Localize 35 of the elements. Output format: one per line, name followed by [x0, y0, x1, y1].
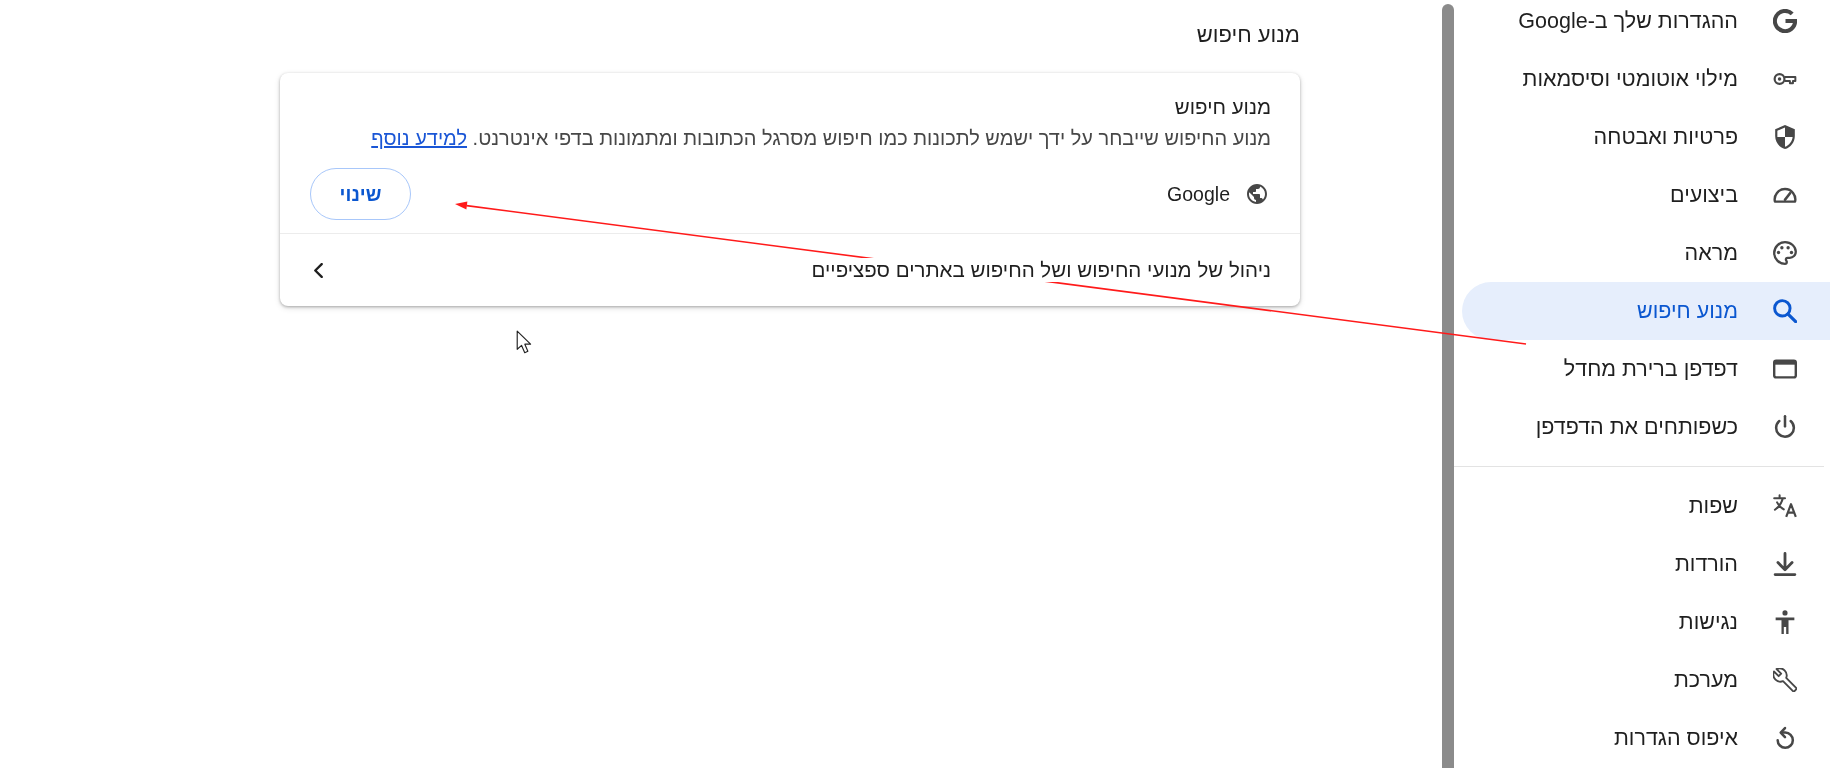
chevron-left-icon [314, 262, 323, 278]
search-icon [1773, 299, 1797, 323]
sidebar-item[interactable]: הורדות [1462, 535, 1830, 593]
sidebar-item[interactable]: כשפותחים את הדפדפן [1462, 398, 1830, 456]
palette-icon [1773, 241, 1797, 265]
power-icon [1773, 415, 1797, 439]
sidebar-item[interactable]: מראה [1462, 224, 1830, 282]
sidebar-item[interactable]: ההגדרות שלך ב-Google [1462, 0, 1830, 50]
sidebar-item[interactable]: ביצועים [1462, 166, 1830, 224]
globe-icon [1247, 184, 1267, 204]
change-button[interactable]: שינוי [310, 168, 411, 220]
browser-window-icon [1773, 357, 1797, 381]
page-title: מנוע חיפוש [1196, 21, 1300, 49]
manage-search-engines-row[interactable]: ניהול של מנועי החיפוש ושל החיפוש באתרים ספציפיים [280, 234, 1300, 306]
download-icon [1773, 552, 1797, 576]
wrench-icon [1773, 668, 1797, 692]
translate-icon [1773, 494, 1797, 518]
accessibility-icon [1773, 610, 1797, 634]
sidebar-item[interactable]: דפדפן ברירת מחדל [1462, 340, 1830, 398]
sidebar-item[interactable]: שפות [1462, 477, 1830, 535]
card-title: מנוע חיפוש [1174, 94, 1271, 120]
sidebar-item[interactable]: פרטיות ואבטחה [1462, 108, 1830, 166]
description-text: מנוע החיפוש שייבחר על ידך ישמש לתכונות כמו חיפוש מסרגל הכתובות ומתמונות בדפי אינטרנט. למידע נוסף [370, 126, 1271, 151]
scrollbar[interactable] [1442, 4, 1454, 768]
learn-more-link[interactable]: למידע נוסף [371, 127, 467, 149]
sidebar-item[interactable]: מערכת [1462, 651, 1830, 709]
reset-icon [1773, 726, 1797, 750]
engine-name: Google [1167, 182, 1230, 206]
mouse-cursor-icon [516, 330, 532, 354]
sidebar-item[interactable]: מילוי אוטומטי וסיסמאות [1462, 50, 1830, 108]
sidebar-item[interactable]: איפוס הגדרות [1462, 709, 1830, 767]
sidebar-item[interactable]: מנוע חיפוש [1462, 282, 1830, 340]
sidebar-item[interactable]: נגישות [1462, 593, 1830, 651]
shield-icon [1773, 125, 1797, 149]
letter-g-icon [1773, 9, 1797, 33]
